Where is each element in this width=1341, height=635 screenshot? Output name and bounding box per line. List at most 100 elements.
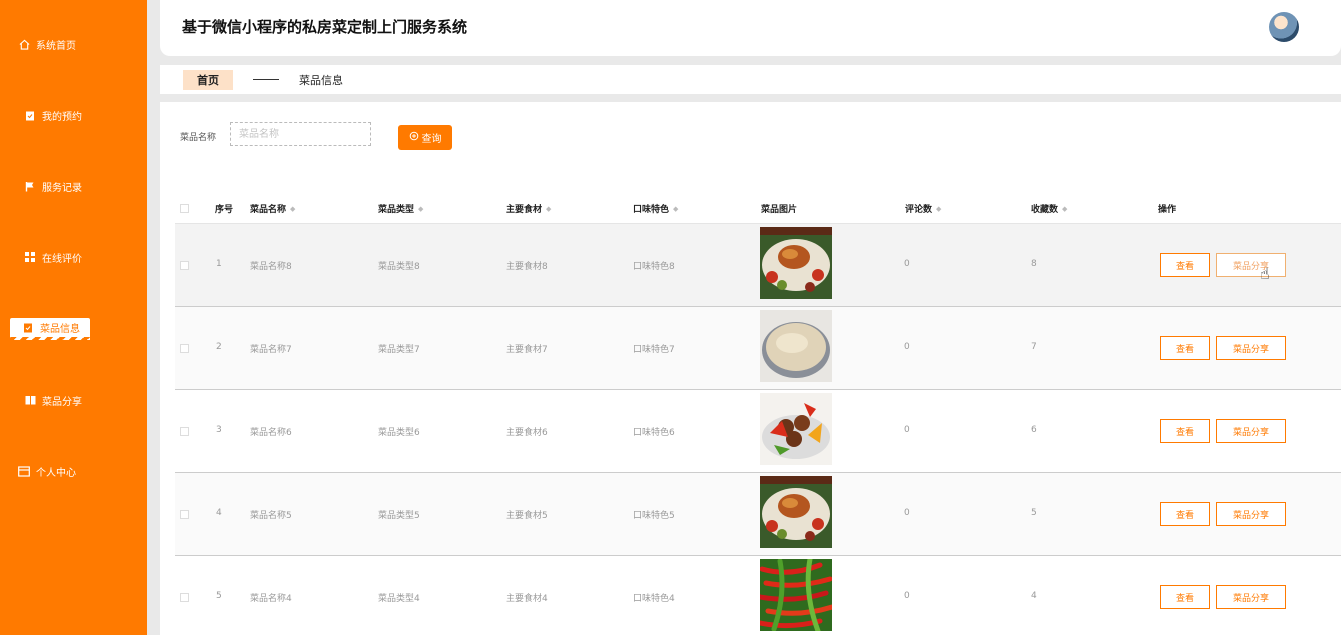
sort-icon[interactable]: ◆ <box>936 205 941 213</box>
share-dish-button[interactable]: 菜品分享 <box>1216 502 1286 526</box>
search-button-label: 查询 <box>421 134 442 145</box>
dish-image[interactable] <box>760 393 832 465</box>
sidebar-item-label: 在线评价 <box>42 253 82 265</box>
table-row[interactable]: 5 菜品名称4 菜品类型4 主要食材4 口味特色4 0 4 查看 菜品分享 <box>175 556 1341 635</box>
sidebar-item-label: 我的预约 <box>42 111 82 123</box>
table-row[interactable]: 3 菜品名称6 菜品类型6 主要食材6 口味特色6 0 6 查看 菜品分享 <box>175 390 1341 473</box>
dish-type: 菜品类型4 <box>378 594 420 604</box>
table-header: 序号 菜品名称 ◆ 菜品类型 ◆ 主要食材 ◆ 口味特色 ◆ 菜品图片 评论数 ◆ 收藏数… <box>175 192 1341 224</box>
row-index: 2 <box>216 342 222 352</box>
sidebar-item-profile[interactable]: 个人中心 <box>0 458 147 484</box>
dish-type: 菜品类型5 <box>378 511 420 521</box>
sidebar-item-label: 服务记录 <box>42 182 82 194</box>
sort-icon[interactable]: ◆ <box>546 205 551 213</box>
favorite-count: 6 <box>1031 425 1037 435</box>
view-button[interactable]: 查看 <box>1160 585 1210 609</box>
row-checkbox[interactable] <box>180 261 189 270</box>
share-dish-button[interactable]: 菜品分享 <box>1216 336 1286 360</box>
share-dish-button[interactable]: 菜品分享 <box>1216 253 1286 277</box>
main-ingredient: 主要食材6 <box>506 428 548 438</box>
sidebar-item-dish-share[interactable]: 菜品分享 <box>0 387 147 413</box>
sort-icon[interactable]: ◆ <box>1062 205 1067 213</box>
favorite-count: 7 <box>1031 342 1037 352</box>
flavor: 口味特色6 <box>633 428 675 438</box>
sidebar-item-label: 菜品信息 <box>40 324 80 335</box>
share-dish-button[interactable]: 菜品分享 <box>1216 585 1286 609</box>
card-icon <box>18 465 30 477</box>
table-row[interactable]: 4 菜品名称5 菜品类型5 主要食材5 口味特色5 0 5 查看 菜品分享 <box>175 473 1341 556</box>
search-input[interactable] <box>230 122 371 146</box>
dish-type: 菜品类型8 <box>378 262 420 272</box>
dish-name: 菜品名称8 <box>250 262 292 272</box>
dish-table: 序号 菜品名称 ◆ 菜品类型 ◆ 主要食材 ◆ 口味特色 ◆ 菜品图片 评论数 ◆ 收藏数… <box>175 192 1341 635</box>
sidebar-item-label: 系统首页 <box>36 40 76 52</box>
dish-name: 菜品名称4 <box>250 594 292 604</box>
dish-image[interactable] <box>760 559 832 631</box>
row-index: 3 <box>216 425 222 435</box>
sidebar-item-label: 菜品分享 <box>42 396 82 408</box>
main-ingredient: 主要食材4 <box>506 594 548 604</box>
main-ingredient: 主要食材8 <box>506 262 548 272</box>
avatar[interactable] <box>1269 12 1299 42</box>
column-header[interactable]: 收藏数 ◆ <box>1031 202 1067 216</box>
dish-name: 菜品名称6 <box>250 428 292 438</box>
sidebar-item-home[interactable]: 系统首页 <box>0 31 147 57</box>
breadcrumb-current: 菜品信息 <box>299 73 343 87</box>
view-button[interactable]: 查看 <box>1160 419 1210 443</box>
dish-type: 菜品类型6 <box>378 428 420 438</box>
comment-count: 0 <box>904 508 910 518</box>
sidebar-item-label: 个人中心 <box>36 467 76 479</box>
dish-image[interactable] <box>760 310 832 382</box>
sidebar-item-service-record[interactable]: 服务记录 <box>0 173 147 199</box>
comment-count: 0 <box>904 425 910 435</box>
main-ingredient: 主要食材7 <box>506 345 548 355</box>
flavor: 口味特色4 <box>633 594 675 604</box>
page-title: 基于微信小程序的私房菜定制上门服务系统 <box>182 18 468 36</box>
view-button[interactable]: 查看 <box>1160 253 1210 277</box>
favorite-count: 8 <box>1031 259 1037 269</box>
row-checkbox[interactable] <box>180 344 189 353</box>
row-checkbox[interactable] <box>180 593 189 602</box>
dish-name: 菜品名称7 <box>250 345 292 355</box>
search-label: 菜品名称 <box>180 133 217 143</box>
select-all-checkbox[interactable] <box>180 204 189 213</box>
column-header[interactable]: 评论数 ◆ <box>905 202 941 216</box>
view-button[interactable]: 查看 <box>1160 336 1210 360</box>
clipboard-icon <box>22 322 34 334</box>
search-icon <box>409 131 419 144</box>
comment-count: 0 <box>904 342 910 352</box>
table-row[interactable]: 2 菜品名称7 菜品类型7 主要食材7 口味特色7 0 7 查看 菜品分享 <box>175 307 1341 390</box>
dish-image[interactable] <box>760 227 832 299</box>
comment-count: 0 <box>904 591 910 601</box>
home-icon <box>18 38 30 50</box>
column-header[interactable]: 菜品名称 ◆ <box>250 202 295 216</box>
sort-icon[interactable]: ◆ <box>290 205 295 213</box>
flag-icon <box>24 180 36 192</box>
comment-count: 0 <box>904 259 910 269</box>
sidebar: 系统首页 我的预约 服务记录 在线评价 菜品信息 菜品分享 个人中心 <box>0 0 147 635</box>
sidebar-item-my-booking[interactable]: 我的预约 <box>0 102 147 128</box>
main-content: 菜品名称 查询 序号 菜品名称◆ 菜品类型◆ 主要食材◆ 口味特色◆ 菜品图片 … <box>160 102 1341 635</box>
dish-image[interactable] <box>760 476 832 548</box>
row-checkbox[interactable] <box>180 427 189 436</box>
flavor: 口味特色5 <box>633 511 675 521</box>
column-header[interactable]: 主要食材 ◆ <box>506 202 551 216</box>
sidebar-item-dish-info[interactable]: 菜品信息 <box>10 318 90 340</box>
breadcrumb-separator <box>253 79 279 80</box>
grid-icon <box>24 251 36 263</box>
column-header[interactable]: 口味特色 ◆ <box>633 202 678 216</box>
search-button[interactable]: 查询 <box>398 125 452 150</box>
sort-icon[interactable]: ◆ <box>418 205 423 213</box>
view-button[interactable]: 查看 <box>1160 502 1210 526</box>
row-checkbox[interactable] <box>180 510 189 519</box>
breadcrumb-home[interactable]: 首页 <box>183 69 233 90</box>
sidebar-item-online-review[interactable]: 在线评价 <box>0 244 147 270</box>
breadcrumb: 首页 菜品信息 <box>160 65 1341 94</box>
sort-icon[interactable]: ◆ <box>673 205 678 213</box>
column-header[interactable]: 菜品类型 ◆ <box>378 202 423 216</box>
share-dish-button[interactable]: 菜品分享 <box>1216 419 1286 443</box>
row-index: 1 <box>216 259 222 269</box>
book-icon <box>24 394 36 406</box>
clipboard-icon <box>24 109 36 121</box>
table-row[interactable]: 1 菜品名称8 菜品类型8 主要食材8 口味特色8 0 8 查看 菜品分享 ☝ <box>175 224 1341 307</box>
